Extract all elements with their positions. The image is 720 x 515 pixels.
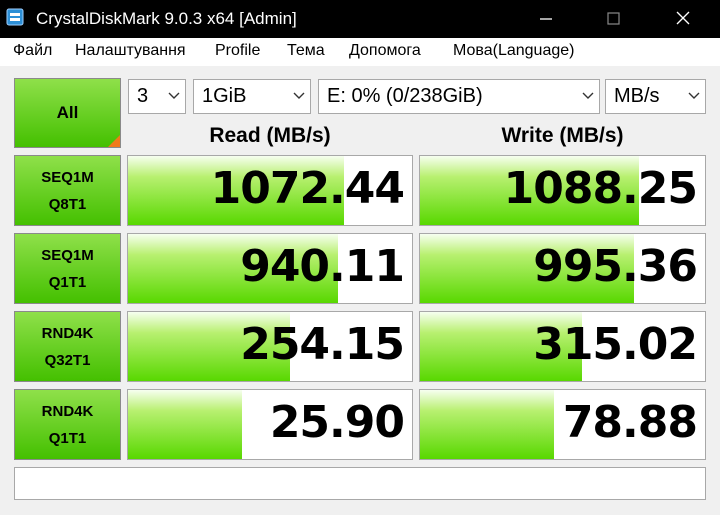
test-button-rnd4k-q1t1[interactable]: RND4K Q1T1 — [14, 389, 121, 460]
read-result-cell: 1072.44 — [127, 155, 413, 226]
write-result-cell: 78.88 — [419, 389, 706, 460]
test-label-line2: Q8T1 — [48, 195, 87, 213]
count-value: 3 — [137, 85, 149, 107]
write-header: Write (MB/s) — [501, 124, 624, 147]
test-button-seq1m-q8t1[interactable]: SEQ1M Q8T1 — [14, 155, 121, 226]
write-result-cell: 995.36 — [419, 233, 706, 304]
title-bar: CrystalDiskMark 9.0.3 x64 [Admin] — [0, 0, 720, 38]
all-button-label: All — [56, 103, 79, 122]
read-result-cell: 25.90 — [127, 389, 413, 460]
all-button[interactable]: All — [14, 78, 121, 148]
test-label-line1: RND4K — [41, 324, 94, 342]
write-value: 315.02 — [533, 319, 698, 370]
chevron-down-icon — [582, 92, 594, 99]
test-button-seq1m-q1t1[interactable]: SEQ1M Q1T1 — [14, 233, 121, 304]
size-value: 1GiB — [202, 85, 247, 107]
read-result-cell: 940.11 — [127, 233, 413, 304]
read-value: 254.15 — [240, 319, 405, 370]
read-value: 25.90 — [269, 397, 405, 448]
test-label-line2: Q32T1 — [44, 351, 91, 369]
read-value: 940.11 — [240, 241, 405, 292]
test-label-line1: SEQ1M — [41, 246, 94, 264]
menu-theme[interactable]: Тема — [287, 42, 325, 60]
write-value: 1088.25 — [503, 163, 698, 214]
read-bar — [128, 390, 242, 459]
unit-select[interactable]: MB/s — [605, 79, 706, 114]
read-header: Read (MB/s) — [209, 124, 331, 147]
read-value: 1072.44 — [210, 163, 405, 214]
corner-marker — [108, 135, 120, 147]
status-bar — [14, 467, 706, 500]
chevron-down-icon — [688, 92, 700, 99]
menu-language[interactable]: Мова(Language) — [453, 42, 574, 60]
menu-settings[interactable]: Налаштування — [75, 42, 186, 60]
test-button-rnd4k-q32t1[interactable]: RND4K Q32T1 — [14, 311, 121, 382]
write-bar — [420, 390, 554, 459]
window-title: CrystalDiskMark 9.0.3 x64 [Admin] — [36, 9, 297, 28]
test-label-line1: RND4K — [41, 402, 94, 420]
test-label-line2: Q1T1 — [48, 429, 87, 447]
minimize-icon[interactable] — [522, 0, 570, 38]
test-label-line1: SEQ1M — [41, 168, 94, 186]
size-select[interactable]: 1GiB — [193, 79, 311, 114]
write-value: 995.36 — [533, 241, 698, 292]
drive-select[interactable]: E: 0% (0/238GiB) — [318, 79, 600, 114]
menu-help[interactable]: Допомога — [349, 42, 421, 60]
chevron-down-icon — [168, 92, 180, 99]
menu-file[interactable]: Файл — [13, 42, 52, 60]
read-result-cell: 254.15 — [127, 311, 413, 382]
chevron-down-icon — [293, 92, 305, 99]
test-label-line2: Q1T1 — [48, 273, 87, 291]
crystaldiskmark-icon — [6, 8, 24, 26]
write-result-cell: 1088.25 — [419, 155, 706, 226]
menu-bar: Файл Налаштування Profile Тема Допомога … — [0, 38, 720, 66]
close-icon[interactable] — [660, 0, 708, 38]
unit-value: MB/s — [614, 85, 660, 107]
count-select[interactable]: 3 — [128, 79, 186, 114]
write-value: 78.88 — [562, 397, 698, 448]
maximize-icon[interactable] — [590, 0, 638, 38]
menu-profile[interactable]: Profile — [215, 42, 260, 60]
write-result-cell: 315.02 — [419, 311, 706, 382]
drive-value: E: 0% (0/238GiB) — [327, 85, 483, 107]
